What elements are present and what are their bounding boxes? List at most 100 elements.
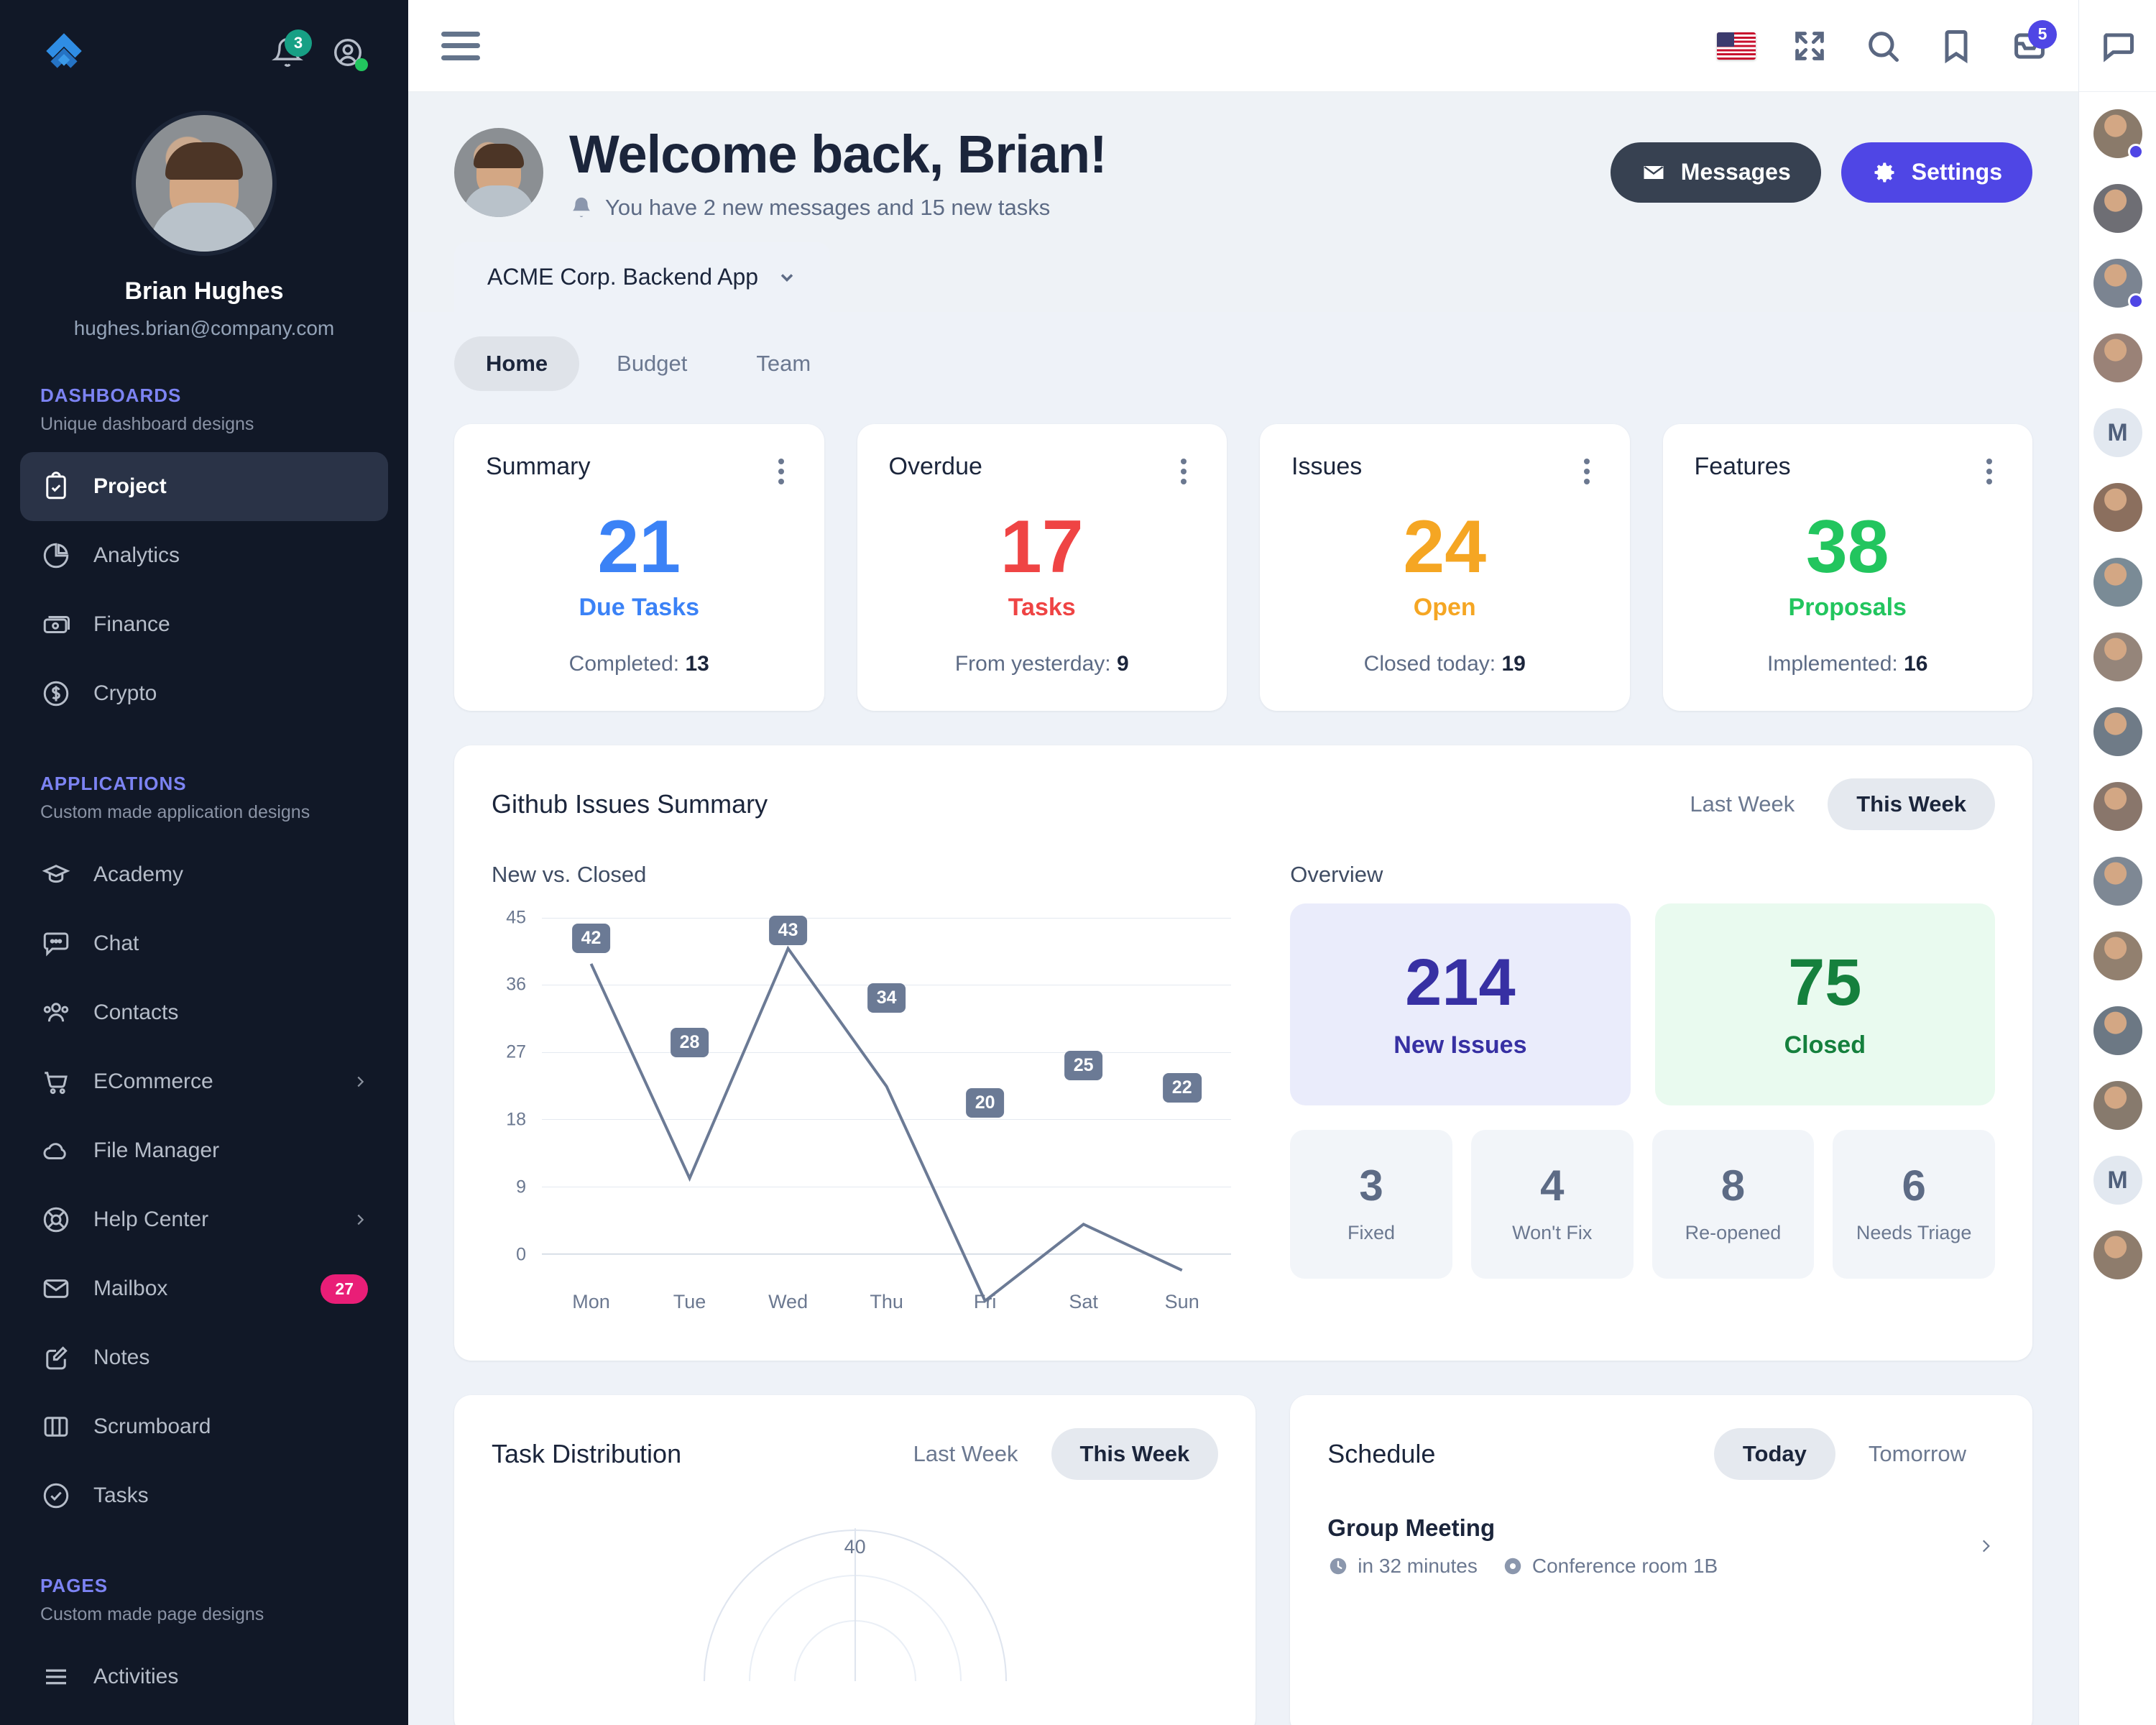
stat-label: Fixed	[1348, 1221, 1396, 1243]
toggle-this-week[interactable]: This Week	[1828, 778, 1995, 830]
language-button[interactable]	[1716, 26, 1756, 66]
stat-value: 75	[1788, 945, 1862, 1019]
toggle-last-week[interactable]: Last Week	[1661, 778, 1823, 830]
sidebar-item-ecommerce[interactable]: ECommerce	[20, 1047, 388, 1116]
avatar[interactable]	[2093, 558, 2142, 607]
schedule-item[interactable]: Group Meeting in 32 minutes Conference r…	[1327, 1514, 1995, 1578]
avatar[interactable]	[2093, 334, 2142, 382]
card-title: Overdue	[888, 453, 982, 480]
more-options-icon[interactable]	[1978, 453, 2001, 490]
sidebar-item-scrumboard[interactable]: Scrumboard	[20, 1392, 388, 1461]
chevron-right-icon[interactable]	[1976, 1530, 1995, 1562]
avatar[interactable]: M	[2093, 1156, 2142, 1205]
avatar[interactable]	[2093, 1006, 2142, 1055]
chat-panel-button[interactable]	[2079, 0, 2156, 92]
tab-home[interactable]: Home	[454, 336, 580, 391]
avatar[interactable]	[2093, 782, 2142, 831]
avatar[interactable]	[2093, 932, 2142, 980]
envelope-icon	[1644, 165, 1664, 179]
sidebar-item-label: Chat	[93, 932, 139, 955]
location-icon	[1504, 1558, 1521, 1574]
card-label: Proposals	[1788, 593, 1907, 621]
avatar[interactable]	[2093, 483, 2142, 532]
avatar[interactable]	[2093, 259, 2144, 309]
avatar[interactable]	[2093, 109, 2144, 160]
github-range-toggle: Last Week This Week	[1661, 778, 1995, 830]
avatar[interactable]	[2093, 632, 2142, 681]
avatar-image	[2093, 857, 2142, 906]
toggle-tomorrow[interactable]: Tomorrow	[1840, 1428, 1995, 1480]
avatar[interactable]	[136, 115, 272, 252]
app-logo-icon[interactable]	[40, 29, 88, 76]
sidebar-item-label: Finance	[93, 612, 170, 636]
notifications-button[interactable]: 3	[267, 29, 312, 73]
stat-fixed: 3 Fixed	[1290, 1129, 1452, 1279]
avatar[interactable]	[2093, 707, 2142, 756]
bookmark-icon[interactable]	[1936, 26, 1976, 66]
toggle-today[interactable]: Today	[1713, 1427, 1835, 1480]
profile-email: hughes.brian@company.com	[73, 317, 335, 339]
section-subtitle: Custom made application designs	[40, 802, 310, 822]
sidebar-item-file-manager[interactable]: File Manager	[20, 1116, 388, 1185]
sidebar-item-label: Contacts	[93, 1000, 179, 1024]
topbar: 5	[408, 0, 2078, 92]
x-axis-labels: Mon Tue Wed Thu Fri Sat Sun	[542, 1291, 1231, 1313]
chat-panel-icon	[2103, 32, 2134, 63]
avatar-image	[2093, 782, 2142, 831]
sidebar-item-finance[interactable]: Finance	[20, 590, 388, 659]
project-selector[interactable]: ACME Corp. Backend App	[454, 242, 831, 312]
card-label: Due Tasks	[579, 593, 700, 621]
right-rail: MM	[2078, 0, 2156, 1725]
avatar[interactable]	[454, 127, 543, 217]
online-status-dot	[355, 58, 368, 71]
avatar[interactable]	[2093, 857, 2142, 906]
cloud-icon	[40, 1135, 72, 1167]
schedule-item-name: Group Meeting	[1327, 1514, 1496, 1541]
tab-budget[interactable]: Budget	[585, 336, 719, 391]
sidebar-item-notes[interactable]: Notes	[20, 1323, 388, 1392]
messages-button[interactable]: Messages	[1610, 142, 1821, 203]
data-point-label: 34	[867, 983, 906, 1013]
sidebar-item-academy[interactable]: Academy	[20, 840, 388, 909]
sidebar-item-label: Crypto	[93, 681, 157, 705]
search-icon[interactable]	[1863, 26, 1903, 66]
dashboard-tabs: Home Budget Team	[454, 336, 2032, 391]
sidebar-item-tasks[interactable]: Tasks	[20, 1461, 388, 1530]
hamburger-icon[interactable]	[441, 31, 480, 60]
tab-team[interactable]: Team	[724, 336, 842, 391]
status-badge	[2127, 144, 2144, 160]
chevron-down-icon	[780, 273, 793, 282]
more-options-icon[interactable]	[1172, 453, 1195, 490]
sidebar-item-help-center[interactable]: Help Center	[20, 1185, 388, 1254]
topbar-actions: 5	[1716, 19, 2057, 66]
sidebar-item-project[interactable]: Project	[20, 452, 388, 521]
fullscreen-icon[interactable]	[1789, 26, 1830, 66]
sidebar-item-crypto[interactable]: Crypto	[20, 659, 388, 728]
more-options-icon[interactable]	[770, 453, 793, 490]
dashboard-content: Home Budget Team Summary 21 Due Tasks Co…	[408, 312, 2078, 1725]
sidebar-item-analytics[interactable]: Analytics	[20, 521, 388, 590]
sidebar-item-label: Analytics	[93, 543, 180, 567]
stat-new-issues: 214 New Issues	[1290, 903, 1631, 1105]
left-sidebar: 3 Brian Hughes hughes.brian@company.com …	[0, 0, 408, 1725]
list-icon	[40, 1661, 72, 1693]
sidebar-item-activities[interactable]: Activities	[20, 1642, 388, 1711]
sidebar-item-mailbox[interactable]: Mailbox 27	[20, 1254, 388, 1323]
avatar[interactable]	[2093, 1230, 2142, 1279]
x-axis-label: Sat	[1069, 1290, 1098, 1312]
inbox-icon[interactable]: 5	[2009, 19, 2057, 66]
sidebar-item-contacts[interactable]: Contacts	[20, 978, 388, 1047]
avatar[interactable]	[2093, 184, 2142, 233]
section-subtitle: Unique dashboard designs	[40, 414, 254, 434]
app-root: 3 Brian Hughes hughes.brian@company.com …	[0, 0, 2156, 1725]
stat-label: Needs Triage	[1856, 1221, 1972, 1243]
stat-label: New Issues	[1393, 1031, 1527, 1059]
more-options-icon[interactable]	[1575, 453, 1598, 490]
summary-cards: Summary 21 Due Tasks Completed: 13 Overd…	[454, 424, 2032, 711]
avatar[interactable]: M	[2093, 408, 2142, 457]
section-title: PAGES	[40, 1575, 109, 1596]
account-button[interactable]	[328, 32, 368, 73]
settings-button[interactable]: Settings	[1841, 142, 2032, 203]
sidebar-item-chat[interactable]: Chat	[20, 909, 388, 978]
avatar[interactable]	[2093, 1081, 2142, 1130]
